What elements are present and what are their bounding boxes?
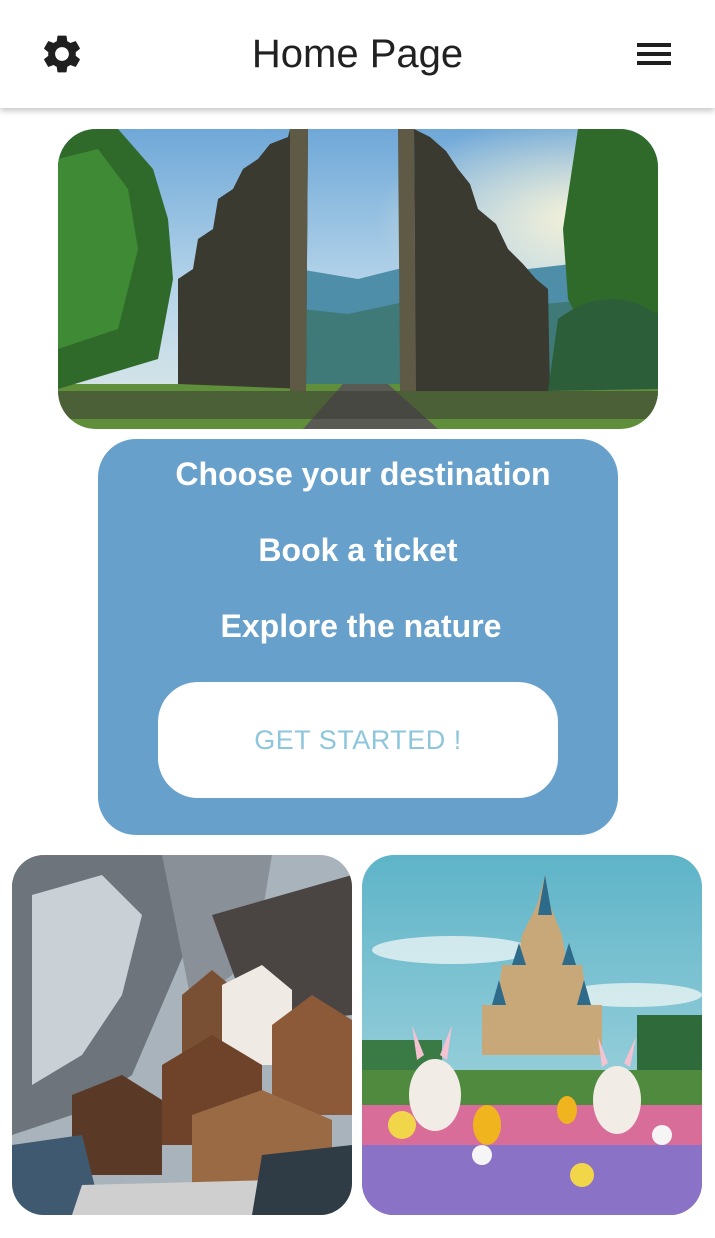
explore-nature-text: Explore the nature	[220, 608, 502, 644]
menu-button[interactable]	[630, 32, 678, 76]
gallery-image-castle	[362, 855, 702, 1215]
book-ticket-text: Book a ticket	[258, 532, 458, 568]
hero-image	[58, 129, 658, 429]
gallery-image-village	[12, 855, 352, 1215]
page-title: Home Page	[251, 32, 464, 76]
info-card: Choose your destination Book a ticket Ex…	[98, 439, 618, 835]
app-bar: Home Page	[0, 0, 715, 108]
choose-destination-text: Choose your destination	[175, 456, 551, 492]
get-started-button[interactable]: GET STARTED !	[158, 682, 558, 798]
hamburger-menu-icon	[637, 43, 671, 65]
